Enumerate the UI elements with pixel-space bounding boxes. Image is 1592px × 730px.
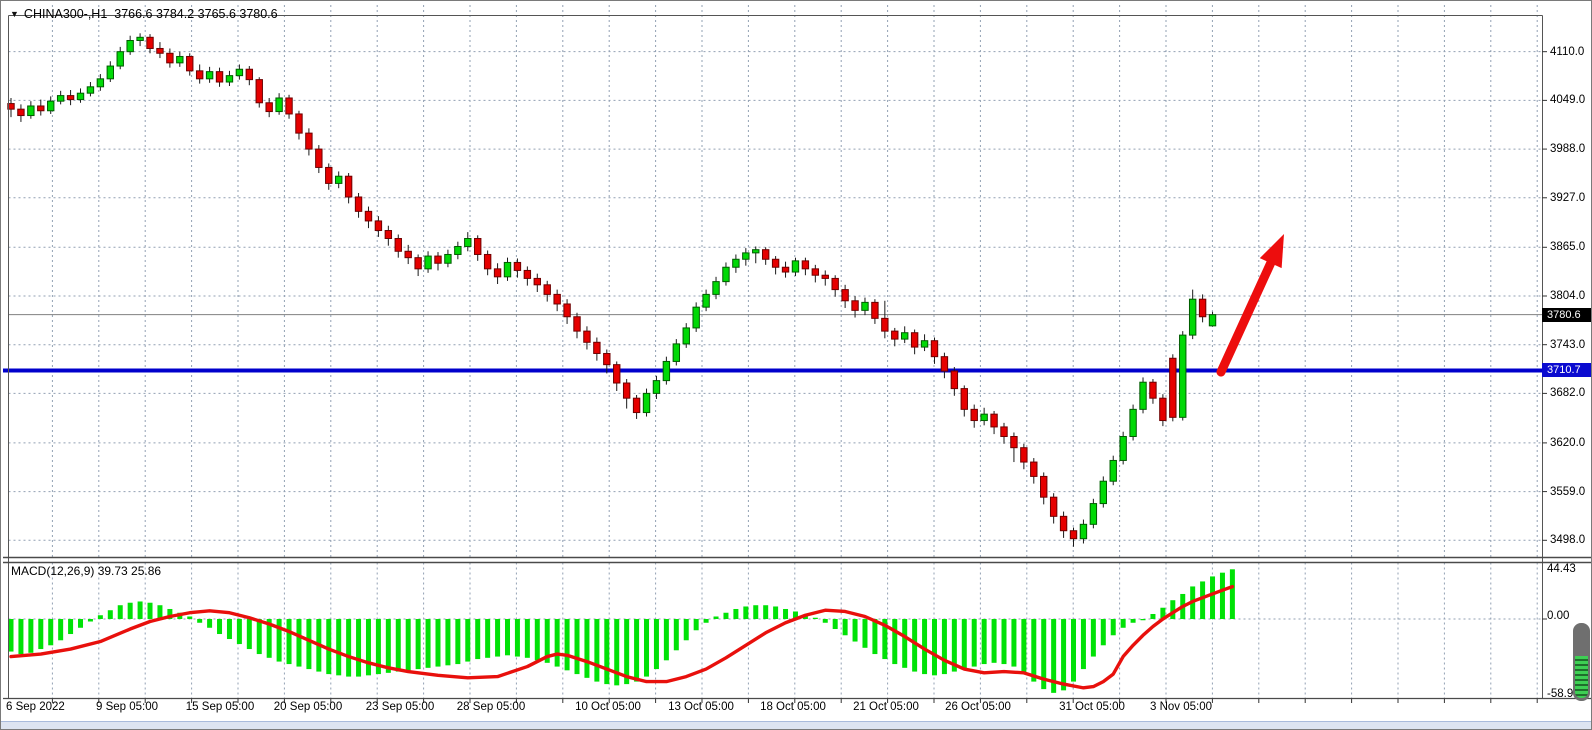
time-tick-label: 18 Oct 05:00 xyxy=(760,701,826,713)
price-lines-layer xyxy=(3,315,1592,371)
price-tick-label: 3988.0 xyxy=(1550,142,1585,156)
price-tick-label: 3743.0 xyxy=(1550,338,1585,352)
annotation-layer xyxy=(1221,234,1284,372)
macd-axis-zero-label: 0.00 xyxy=(1547,609,1569,623)
hline-price-badge: 3710.7 xyxy=(1542,363,1592,377)
time-tick-label: 13 Oct 05:00 xyxy=(668,701,734,713)
time-tick-label: 23 Sep 05:00 xyxy=(366,701,434,713)
price-tick-label: 3927.0 xyxy=(1550,191,1585,205)
window-bottom-strip xyxy=(1,721,1592,730)
last-price-badge: 3780.6 xyxy=(1542,308,1592,322)
grid-layer xyxy=(9,5,1543,699)
time-tick-label: 9 Sep 05:00 xyxy=(96,701,158,713)
time-tick-label: 10 Oct 05:00 xyxy=(575,701,641,713)
scrollbar-grip-icon xyxy=(1575,656,1588,698)
macd-layer xyxy=(9,569,1235,693)
scrollbar-thumb[interactable] xyxy=(1573,623,1590,701)
chart-canvas[interactable] xyxy=(1,1,1592,730)
borders-layer xyxy=(3,16,1592,704)
candles-layer xyxy=(8,33,1216,546)
time-tick-label: 3 Nov 05:00 xyxy=(1150,701,1212,713)
time-tick-label: 26 Oct 05:00 xyxy=(945,701,1011,713)
time-tick-label: 20 Sep 05:00 xyxy=(274,701,342,713)
time-tick-label: 31 Oct 05:00 xyxy=(1059,701,1125,713)
macd-signal-line xyxy=(11,587,1232,688)
symbol-timeframe-label: CHINA300-,H1 xyxy=(24,7,107,21)
time-tick-label: 28 Sep 05:00 xyxy=(457,701,525,713)
symbol-marker-icon: ▼ xyxy=(10,9,19,19)
macd-axis-max-label: 44.43 xyxy=(1547,562,1576,576)
price-tick-label: 3498.0 xyxy=(1550,533,1585,547)
macd-indicator-label: MACD(12,26,9) 39.73 25.86 xyxy=(11,564,161,578)
price-tick-label: 3620.0 xyxy=(1550,436,1585,450)
trading-chart-window: ▼ CHINA300-,H1 3766.6 3784.2 3765.6 3780.… xyxy=(0,0,1592,730)
time-tick-label: 6 Sep 2022 xyxy=(6,701,65,713)
time-tick-label: 21 Oct 05:00 xyxy=(853,701,919,713)
price-tick-label: 3559.0 xyxy=(1550,485,1585,499)
price-tick-label: 3682.0 xyxy=(1550,386,1585,400)
time-tick-label: 15 Sep 05:00 xyxy=(186,701,254,713)
price-tick-label: 4110.0 xyxy=(1550,45,1584,59)
symbol-title[interactable]: ▼ CHINA300-,H1 3766.6 3784.2 3765.6 3780.… xyxy=(10,7,278,21)
price-tick-label: 4049.0 xyxy=(1550,93,1585,107)
current-ohlc-label: 3766.6 3784.2 3765.6 3780.6 xyxy=(114,7,277,21)
price-tick-label: 3804.0 xyxy=(1550,289,1585,303)
price-tick-label: 3865.0 xyxy=(1550,240,1585,254)
